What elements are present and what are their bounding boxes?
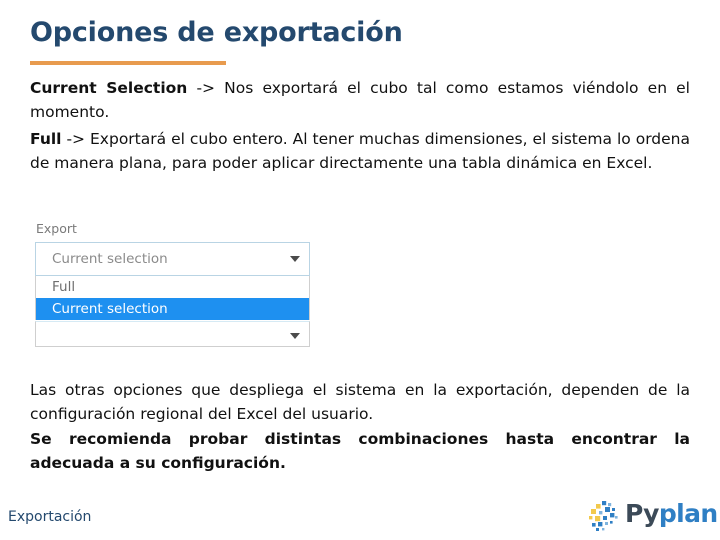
paragraph-current-selection-term: Current Selection <box>30 79 188 97</box>
title-underline-rule <box>30 61 226 65</box>
pyplan-wordmark: Pyplan <box>625 499 718 528</box>
paragraph-advice: Se recomienda probar distintas combinaci… <box>30 430 690 472</box>
pyplan-squares-icon <box>589 501 618 531</box>
chevron-down-icon-secondary <box>290 333 300 339</box>
pyplan-wordmark-py: Py <box>625 499 659 528</box>
chevron-down-icon <box>290 256 300 262</box>
paragraph-full-term: Full <box>30 130 62 148</box>
export-select-value: Current selection <box>52 251 168 267</box>
export-option-current-selection[interactable]: Current selection <box>36 298 309 320</box>
export-select-option-list[interactable]: Full Current selection <box>35 276 310 320</box>
page-title: Opciones de exportación <box>30 17 403 48</box>
export-field-label: Export <box>36 221 77 236</box>
export-dropdown-screenshot: Export Current selection Full Current se… <box>24 211 344 363</box>
secondary-select-partial[interactable] <box>35 321 310 347</box>
pyplan-wordmark-plan: plan <box>658 499 718 528</box>
footer-section-label: Exportación <box>8 509 92 525</box>
pyplan-logo: Pyplan <box>588 498 718 534</box>
paragraph-other-options: Las otras opciones que despliega el sist… <box>30 381 690 423</box>
export-option-full[interactable]: Full <box>36 276 309 298</box>
export-select[interactable]: Current selection <box>35 242 310 276</box>
paragraph-current-selection: Current Selection -> Nos exportará el cu… <box>30 76 690 124</box>
paragraph-full-text: -> Exportará el cubo entero. Al tener mu… <box>30 130 690 172</box>
paragraph-full: Full -> Exportará el cubo entero. Al ten… <box>30 127 690 175</box>
slide-canvas: Opciones de exportación Current Selectio… <box>0 0 720 540</box>
